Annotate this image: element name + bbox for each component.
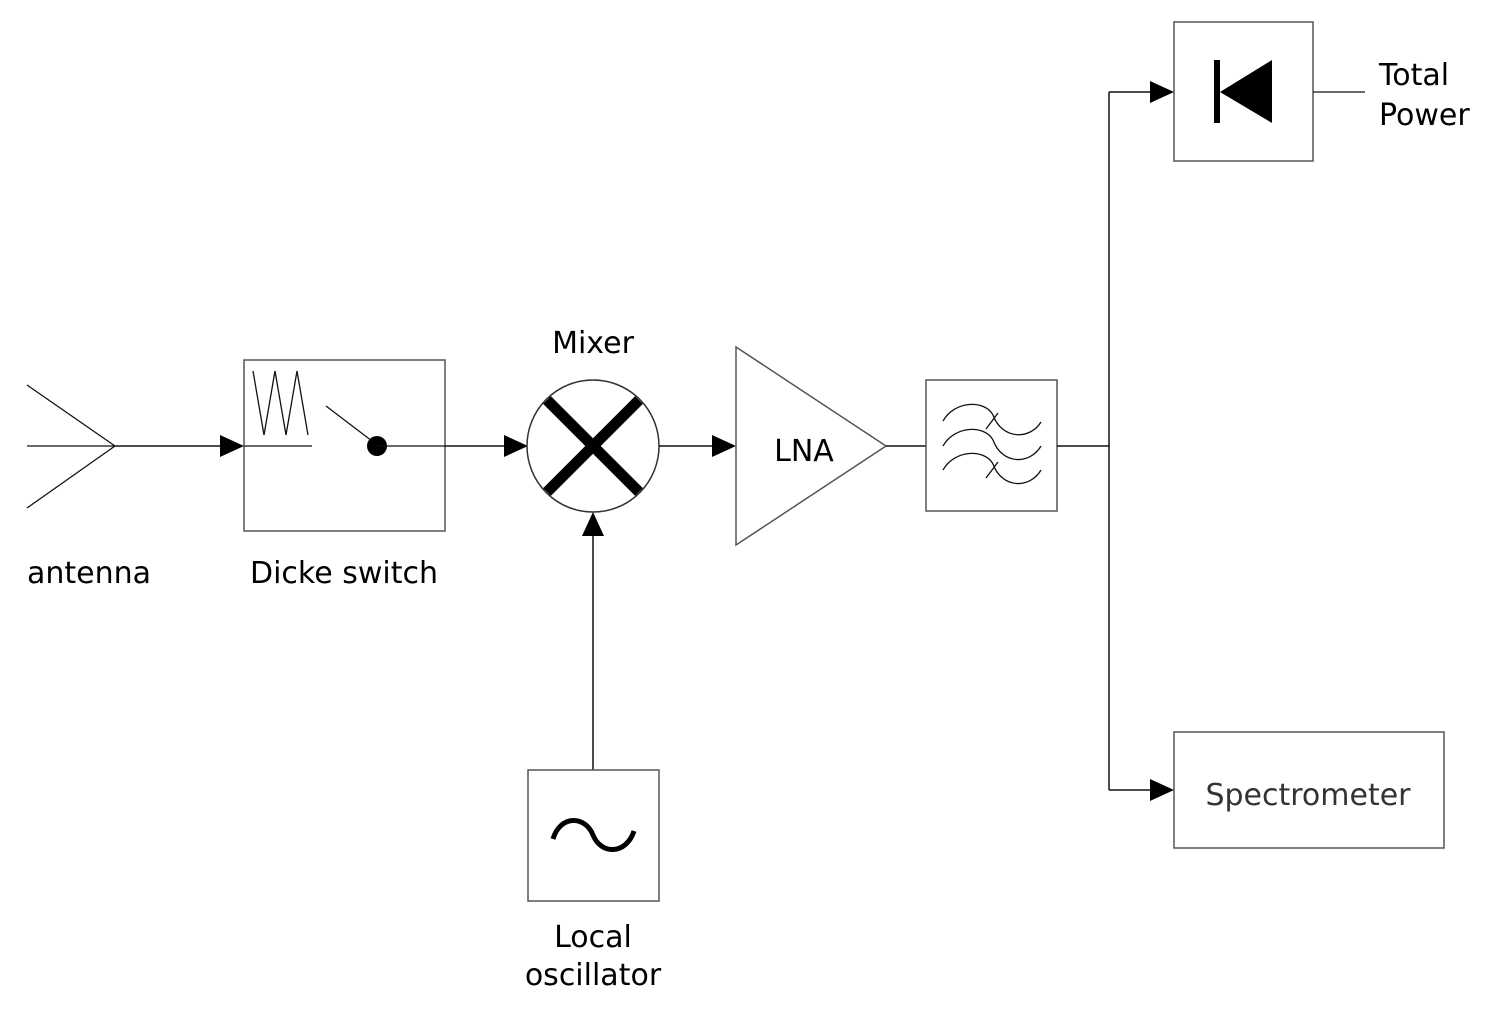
block-diagram: antenna Dicke switch Mixer Local oscilla… bbox=[26, 21, 1470, 993]
dicke-switch-label: Dicke switch bbox=[250, 556, 438, 591]
mixer-label: Mixer bbox=[552, 326, 635, 361]
local-oscillator-label-line1: Local bbox=[554, 920, 632, 955]
arrow-head-icon bbox=[712, 435, 736, 457]
arrow-head-icon bbox=[1150, 779, 1174, 801]
arrow-head-icon bbox=[220, 435, 244, 457]
arrow-head-icon bbox=[504, 435, 528, 457]
wire-antenna-to-switch bbox=[115, 435, 244, 457]
arrow-head-icon bbox=[582, 512, 604, 536]
lna-label: LNA bbox=[774, 434, 834, 469]
antenna-label: antenna bbox=[27, 556, 151, 591]
local-oscillator-block bbox=[527, 769, 660, 902]
arrow-head-icon bbox=[1150, 81, 1174, 103]
total-power-label-line2: Power bbox=[1379, 98, 1470, 133]
wire-lo-to-mixer bbox=[582, 512, 604, 770]
mixer-block bbox=[526, 379, 660, 513]
total-power-detector-block bbox=[1173, 21, 1365, 162]
bandpass-filter-block bbox=[925, 379, 1058, 512]
wire-switch-to-mixer bbox=[445, 435, 528, 457]
antenna-icon bbox=[26, 384, 116, 509]
local-oscillator-label-line2: oscillator bbox=[525, 958, 662, 993]
wire-filter-split bbox=[1057, 81, 1174, 801]
wire-mixer-to-lna bbox=[659, 435, 736, 457]
dicke-switch-block bbox=[243, 359, 446, 532]
total-power-label-line1: Total bbox=[1378, 58, 1449, 93]
spectrometer-label: Spectrometer bbox=[1205, 778, 1411, 813]
